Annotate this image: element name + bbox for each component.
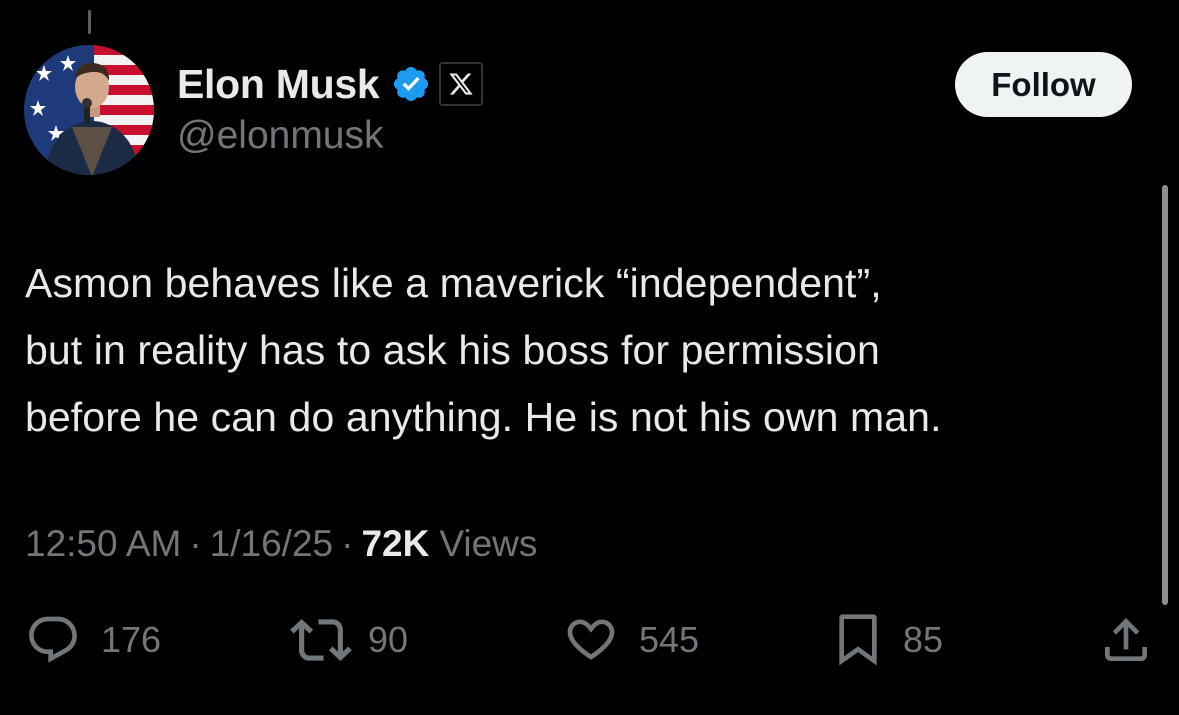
thread-connector-line — [88, 10, 91, 34]
follow-button[interactable]: Follow — [955, 52, 1132, 117]
tweet-actions-bar: 176 90 545 85 — [0, 610, 1179, 670]
meta-separator: · — [341, 523, 354, 564]
tweet-time[interactable]: 12:50 AM — [25, 523, 181, 565]
bookmark-icon — [839, 614, 877, 666]
author-display-name[interactable]: Elon Musk — [177, 61, 380, 108]
like-button[interactable]: 545 — [563, 610, 699, 670]
views-count: 72K — [361, 523, 430, 564]
repost-button[interactable]: 90 — [290, 610, 408, 670]
x-logo-icon[interactable] — [439, 62, 484, 106]
heart-icon — [567, 619, 615, 660]
meta-separator: · — [189, 523, 202, 564]
verified-badge-icon[interactable] — [391, 64, 431, 104]
reply-icon — [29, 616, 77, 663]
bookmark-button[interactable]: 85 — [833, 610, 943, 670]
bookmark-count: 85 — [903, 619, 944, 660]
tweet-meta: 12:50 AM · 1/16/25 · 72K Views — [25, 518, 537, 570]
share-button[interactable] — [1098, 610, 1154, 670]
share-icon — [1105, 618, 1147, 661]
views-label: Views — [439, 523, 538, 564]
avatar-image — [24, 45, 154, 175]
repost-count: 90 — [368, 619, 409, 660]
scrollbar[interactable] — [1162, 185, 1168, 605]
reply-count: 176 — [101, 619, 162, 660]
author-handle[interactable]: @elonmusk — [177, 114, 384, 158]
repost-icon — [290, 619, 352, 661]
author-name-row: Elon Musk — [177, 58, 484, 110]
reply-button[interactable]: 176 — [25, 610, 161, 670]
tweet-date[interactable]: 1/16/25 — [210, 523, 333, 565]
avatar[interactable] — [24, 45, 154, 175]
tweet-text: Asmon behaves like a maverick “independe… — [25, 260, 942, 440]
like-count: 545 — [639, 619, 700, 660]
